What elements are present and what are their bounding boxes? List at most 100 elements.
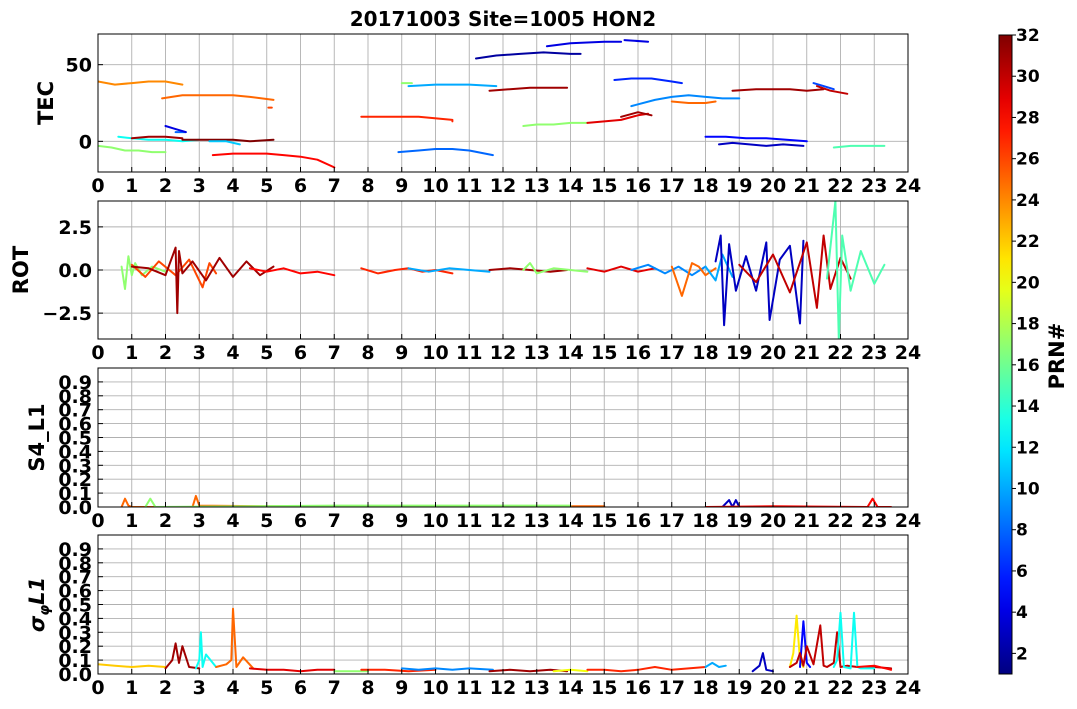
colorbar-tick-label: 20	[1016, 273, 1040, 293]
x-tick-label: 9	[395, 510, 408, 532]
y-axis-label: S4_L1	[25, 403, 49, 471]
y-tick-label: 0.0	[58, 260, 92, 282]
x-tick-label: 21	[794, 342, 820, 364]
series-line-prn-3	[718, 141, 805, 147]
x-tick-label: 7	[328, 175, 341, 197]
colorbar-tick-label: 24	[1016, 191, 1040, 211]
series-line-prn-28	[704, 497, 893, 507]
x-tick-label: 5	[260, 510, 273, 532]
series-line-prn-28	[211, 152, 336, 169]
series-line-prn-8	[397, 148, 494, 157]
colorbar-tick-label: 10	[1016, 479, 1040, 499]
x-tick-label: 10	[422, 342, 448, 364]
x-tick-label: 16	[625, 677, 651, 699]
x-tick-label: 2	[159, 677, 172, 699]
colorbar-tick-label: 26	[1016, 150, 1040, 170]
series-line-prn-25	[670, 100, 717, 104]
y-tick-label: −2.5	[42, 303, 92, 325]
series-group	[120, 494, 893, 507]
panel-1: 0 1 2 3 4 5 6 7 8 9 10 11 12 13 14 15 16 17 18 19 20 21 22 23 24…	[9, 200, 921, 364]
colorbar-tick-label: 22	[1016, 232, 1040, 252]
x-tick-label: 19	[726, 677, 752, 699]
x-tick-label: 17	[659, 342, 685, 364]
x-tick-label: 16	[625, 175, 651, 197]
x-tick-label: 15	[591, 175, 617, 197]
x-tick-label: 6	[294, 510, 307, 532]
series-line-prn-9	[400, 667, 494, 671]
x-tick-label: 24	[895, 677, 921, 699]
series-line-prn-27	[586, 666, 707, 673]
series-line-prn-24	[98, 80, 184, 86]
x-tick-label: 3	[193, 342, 206, 364]
series-line-prn-4	[545, 40, 623, 48]
x-tick-label: 10	[422, 510, 448, 532]
x-tick-label: 12	[490, 677, 516, 699]
x-tick-label: 24	[895, 342, 921, 364]
x-tick-label: 13	[524, 677, 550, 699]
x-tick-label: 6	[294, 342, 307, 364]
x-tick-label: 18	[692, 175, 718, 197]
x-tick-label: 10	[422, 677, 448, 699]
series-line-prn-25	[161, 94, 275, 101]
colorbar-gradient	[998, 34, 1013, 675]
series-line-prn-27	[360, 115, 454, 123]
x-tick-label: 11	[456, 175, 482, 197]
x-tick-label: 22	[827, 510, 853, 532]
x-tick-label: 16	[625, 510, 651, 532]
x-tick-label: 1	[125, 510, 138, 532]
colorbar-tick-label: 16	[1016, 356, 1040, 376]
x-tick-label: 8	[361, 510, 374, 532]
x-tick-label: 0	[91, 510, 104, 532]
panel-0: 0 1 2 3 4 5 6 7 8 9 10 11 12 13 14 15 16 17 18 19 20 21 22 23 24…	[34, 33, 921, 197]
x-tick-label: 24	[895, 510, 921, 532]
panels: 0 1 2 3 4 5 6 7 8 9 10 11 12 13 14 15 16 17 18 19 20 21 22 23 24…	[9, 33, 921, 699]
x-tick-label: 17	[659, 510, 685, 532]
x-tick-label: 6	[294, 677, 307, 699]
x-tick-label: 11	[456, 342, 482, 364]
x-tick-label: 2	[159, 175, 172, 197]
x-tick-label: 3	[193, 510, 206, 532]
series-line-prn-25	[670, 262, 717, 297]
series-group	[98, 39, 886, 169]
x-tick-label: 3	[193, 175, 206, 197]
x-tick-label: 7	[328, 677, 341, 699]
y-tick-label: 2.5	[58, 217, 92, 239]
x-tick-label: 20	[760, 175, 786, 197]
x-tick-label: 22	[827, 677, 853, 699]
x-tick-label: 8	[361, 342, 374, 364]
colorbar-tick-label: 18	[1016, 315, 1040, 335]
series-line-prn-15	[832, 144, 886, 149]
x-tick-label: 18	[692, 510, 718, 532]
series-line-prn-2	[475, 51, 582, 60]
x-tick-label: 11	[456, 510, 482, 532]
x-tick-label: 1	[125, 175, 138, 197]
x-tick-label: 4	[226, 342, 239, 364]
x-tick-label: 11	[456, 677, 482, 699]
x-tick-label: 9	[395, 175, 408, 197]
x-tick-label: 22	[827, 175, 853, 197]
series-line-prn-3	[714, 234, 805, 327]
series-line-prn-31	[488, 86, 569, 92]
x-tick-label: 18	[692, 677, 718, 699]
series-line-prn-9	[630, 94, 741, 108]
series-line-prn-31	[164, 642, 201, 670]
x-tick-label: 20	[760, 677, 786, 699]
x-tick-label: 18	[692, 342, 718, 364]
x-tick-label: 12	[490, 342, 516, 364]
y-axis-label: TEC	[34, 81, 58, 125]
x-tick-label: 10	[422, 175, 448, 197]
series-line-prn-10	[704, 661, 727, 668]
x-tick-label: 19	[726, 175, 752, 197]
series-line-prn-4	[623, 39, 650, 43]
series-line-prn-31	[731, 88, 825, 92]
x-tick-label: 23	[861, 175, 887, 197]
x-tick-label: 13	[524, 342, 550, 364]
x-tick-label: 4	[226, 510, 239, 532]
x-tick-label: 2	[159, 510, 172, 532]
x-tick-label: 14	[557, 510, 583, 532]
y-tick-label: 0	[79, 131, 92, 153]
colorbar-tick-label: 12	[1016, 438, 1040, 458]
x-tick-label: 5	[260, 175, 273, 197]
x-tick-label: 7	[328, 510, 341, 532]
series-line-prn-25	[215, 607, 255, 670]
